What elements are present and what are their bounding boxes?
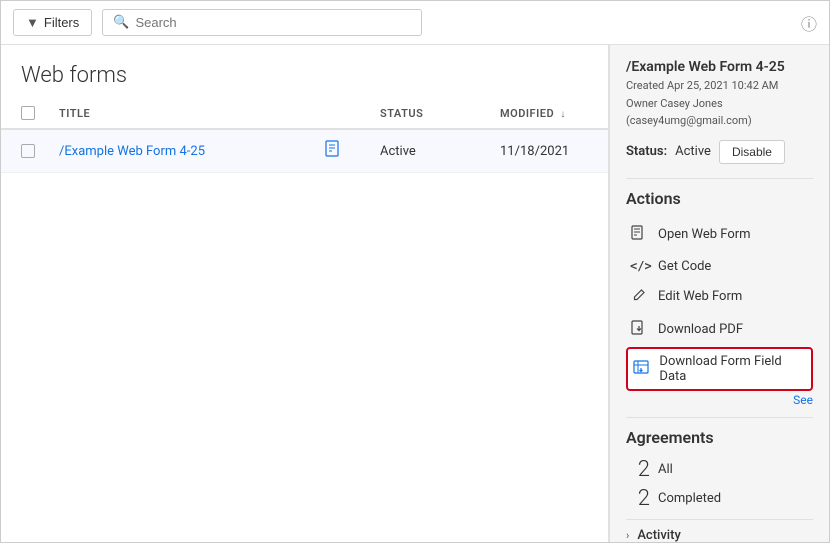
actions-title: Actions — [626, 189, 813, 208]
status-value: Active — [675, 144, 711, 159]
chevron-right-icon: › — [626, 529, 629, 542]
activity-row[interactable]: › Activity — [626, 519, 813, 542]
action-get-code-label: Get Code — [658, 259, 711, 274]
get-code-icon: </> — [630, 259, 648, 273]
panel-created-text: Created Apr 25, 2021 10:42 AM — [626, 77, 813, 95]
action-download-form-field-data-label: Download Form Field Data — [659, 354, 807, 384]
col-modified: MODIFIED ↓ — [488, 98, 608, 129]
col-status: STATUS — [368, 98, 488, 129]
row-title-cell: /Example Web Form 4-25 — [47, 129, 312, 173]
col-checkbox — [1, 98, 47, 129]
status-label: Status: — [626, 144, 667, 159]
right-panel: /Example Web Form 4-25 Created Apr 25, 2… — [609, 45, 829, 542]
table-header-row: TITLE STATUS MODIFIED ↓ — [1, 98, 608, 129]
col-title: TITLE — [47, 98, 312, 129]
row-status-cell: Active — [368, 129, 488, 173]
select-all-checkbox[interactable] — [21, 106, 35, 120]
action-open-web-form[interactable]: Open Web Form — [626, 218, 813, 252]
action-edit-web-form[interactable]: Edit Web Form — [626, 281, 813, 313]
col-title-label: TITLE — [59, 107, 90, 120]
main-content: Web forms TITLE STATUS — [1, 45, 829, 542]
form-title-cell: /Example Web Form 4-25 — [59, 144, 300, 159]
agreement-all-label: All — [658, 462, 673, 477]
col-modified-label: MODIFIED — [500, 107, 554, 120]
agreement-completed-row: 2 Completed — [626, 486, 813, 511]
disable-button[interactable]: Disable — [719, 140, 785, 164]
action-edit-web-form-label: Edit Web Form — [658, 289, 742, 304]
panel-created: Created Apr 25, 2021 10:42 AM Owner Case… — [626, 77, 813, 130]
status-row: Status: Active Disable — [626, 140, 813, 164]
action-download-pdf[interactable]: Download PDF — [626, 313, 813, 347]
action-download-form-field-data[interactable]: Download Form Field Data — [626, 347, 813, 391]
filter-label: Filters — [44, 15, 79, 30]
action-open-web-form-label: Open Web Form — [658, 227, 751, 242]
search-input[interactable] — [135, 15, 411, 30]
table-row[interactable]: /Example Web Form 4-25 — [1, 129, 608, 173]
row-checkbox[interactable] — [21, 144, 35, 158]
divider-1 — [626, 178, 813, 179]
row-checkbox-cell — [1, 129, 47, 173]
filter-button[interactable]: ▼ Filters — [13, 9, 92, 36]
row-form-icon-cell — [312, 129, 368, 173]
page-title: Web forms — [1, 45, 608, 98]
info-icon[interactable]: ⓘ — [801, 11, 817, 35]
action-download-pdf-label: Download PDF — [658, 322, 743, 337]
toolbar: ▼ Filters 🔍 ⓘ — [1, 1, 829, 45]
agreements-title: Agreements — [626, 428, 813, 447]
form-icon — [324, 143, 342, 162]
activity-label: Activity — [637, 528, 681, 542]
col-icon — [312, 98, 368, 129]
agreement-all-row: 2 All — [626, 457, 813, 482]
edit-icon — [630, 288, 648, 306]
see-more-link[interactable]: See — [626, 393, 813, 407]
row-status: Active — [380, 144, 416, 159]
row-modified: 11/18/2021 — [500, 144, 569, 159]
agreement-completed-label: Completed — [658, 491, 721, 506]
panel-title: /Example Web Form 4-25 — [626, 59, 813, 75]
agreements-section: Agreements 2 All 2 Completed — [626, 428, 813, 511]
col-status-label: STATUS — [380, 107, 423, 120]
divider-2 — [626, 417, 813, 418]
download-form-field-icon — [632, 359, 649, 379]
left-panel: Web forms TITLE STATUS — [1, 45, 609, 542]
search-icon: 🔍 — [113, 15, 129, 30]
panel-owner-text: Owner Casey Jones (casey4umg@gmail.com) — [626, 95, 813, 130]
row-modified-cell: 11/18/2021 — [488, 129, 608, 173]
agreement-all-count: 2 — [626, 457, 650, 482]
open-form-icon — [630, 225, 648, 245]
filter-icon: ▼ — [26, 15, 39, 30]
agreement-completed-count: 2 — [626, 486, 650, 511]
sort-icon: ↓ — [560, 109, 566, 120]
search-box: 🔍 — [102, 9, 422, 36]
download-pdf-icon — [630, 320, 648, 340]
web-forms-table: TITLE STATUS MODIFIED ↓ — [1, 98, 608, 173]
action-get-code[interactable]: </> Get Code — [626, 252, 813, 281]
form-title-text[interactable]: /Example Web Form 4-25 — [59, 144, 205, 159]
